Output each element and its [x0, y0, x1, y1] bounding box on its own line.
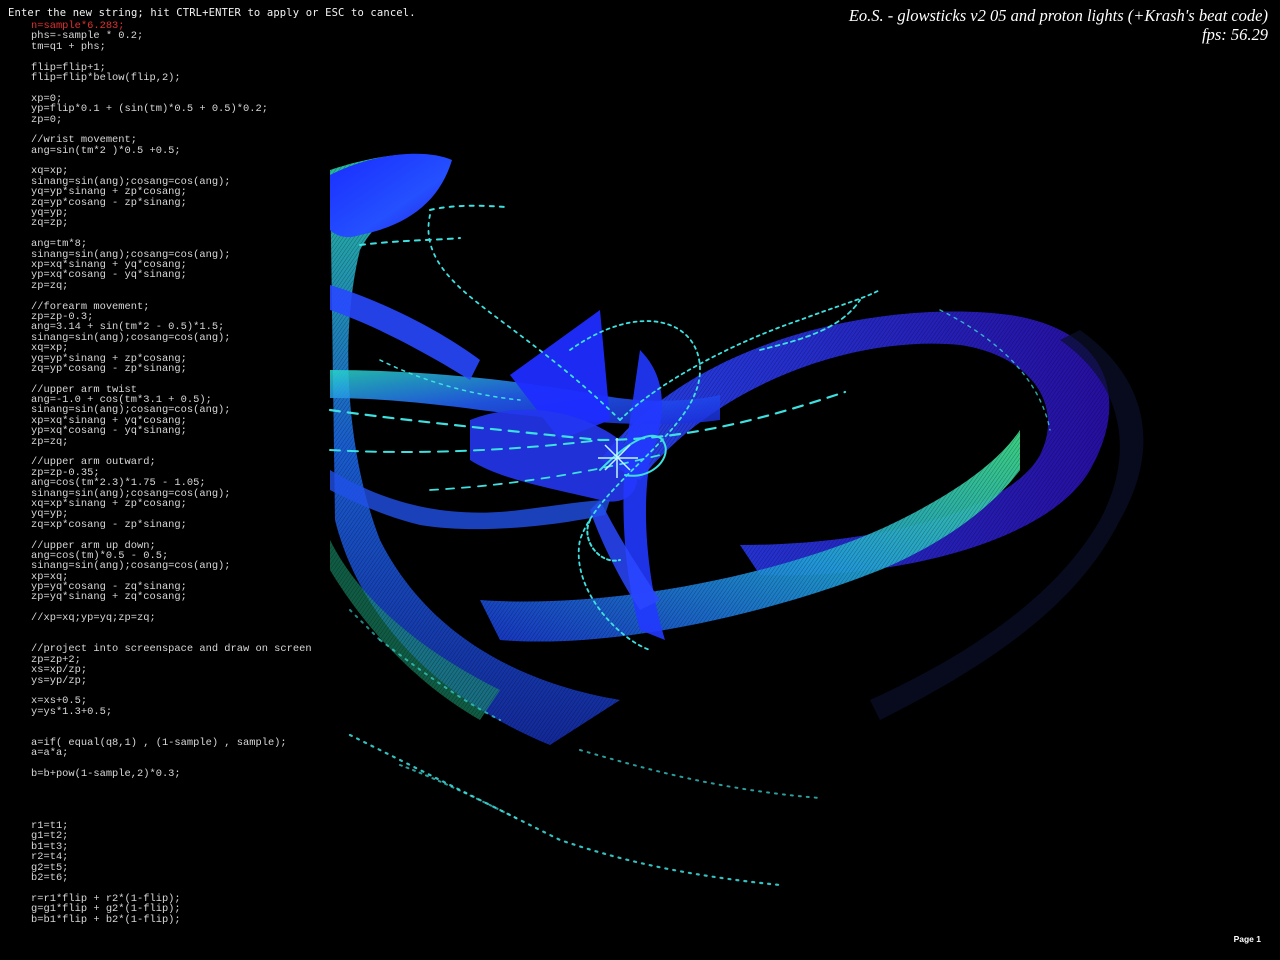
code-line[interactable]: b=b1*flip + b2*(1-flip); [31, 914, 312, 925]
code-line[interactable]: zp=yq*sinang + zq*cosang; [31, 592, 312, 603]
preset-title-overlay: Eo.S. - glowsticks v2 05 and proton ligh… [849, 6, 1268, 44]
code-line[interactable]: sinang=sin(ang);cosang=cos(ang); [31, 332, 312, 343]
code-line[interactable] [31, 717, 312, 727]
code-line[interactable]: g1=t2; [31, 831, 312, 842]
preset-title: Eo.S. - glowsticks v2 05 and proton ligh… [848, 6, 1268, 25]
code-editor-panel[interactable]: Enter the new string; hit CTRL+ENTER to … [0, 0, 416, 925]
code-line[interactable]: tm=q1 + phs; [31, 41, 312, 52]
code-line[interactable]: zp=zq; [31, 436, 312, 447]
code-line[interactable]: zq=xp*cosang - zp*sinang; [31, 519, 312, 530]
code-line[interactable] [31, 780, 312, 790]
code-line[interactable]: r1=t1; [31, 821, 312, 832]
code-line[interactable]: yq=yp; [31, 208, 312, 219]
ribbon-band-diagonal [330, 285, 480, 380]
code-line[interactable]: //xp=xq;yp=yq;zp=zq; [31, 613, 312, 624]
code-line[interactable]: zq=zp; [31, 218, 312, 229]
code-line[interactable]: yp=flip*0.1 + (sin(tm)*0.5 + 0.5)*0.2; [31, 104, 312, 115]
code-line[interactable]: g2=t5; [31, 862, 312, 873]
editor-prompt: Enter the new string; hit CTRL+ENTER to … [8, 7, 416, 19]
code-line[interactable]: flip=flip*below(flip,2); [31, 73, 312, 84]
code-line[interactable]: b=b+pow(1-sample,2)*0.3; [31, 769, 312, 780]
code-line[interactable]: a=a*a; [31, 748, 312, 759]
code-line[interactable]: sinang=sin(ang);cosang=cos(ang); [31, 561, 312, 572]
page-number-label: Page 1 [1233, 934, 1261, 944]
code-line[interactable]: xq=xp; [31, 343, 312, 354]
code-line[interactable]: b1=t3; [31, 841, 312, 852]
code-line[interactable]: xq=xp*sinang + zp*cosang; [31, 499, 312, 510]
code-line[interactable]: zp=zq; [31, 280, 312, 291]
code-line[interactable] [31, 624, 312, 634]
code-line[interactable]: y=ys*1.3+0.5; [31, 706, 312, 717]
code-line[interactable]: ang=sin(tm*2 )*0.5 +0.5; [31, 145, 312, 156]
code-line[interactable] [31, 52, 312, 62]
code-line[interactable] [31, 790, 312, 800]
code-line[interactable]: yp=xq*cosang - yq*sinang; [31, 270, 312, 281]
code-text-area[interactable]: n=sample*6.283; phs=-sample * 0.2; tm=q1 +… [31, 21, 312, 925]
code-line[interactable]: zq=yp*cosang - zp*sinang; [31, 363, 312, 374]
code-line[interactable]: yp=xq*cosang - yq*sinang; [31, 426, 312, 437]
code-line[interactable] [31, 291, 312, 301]
code-line[interactable]: zq=yp*cosang - zp*sinang; [31, 197, 312, 208]
code-line[interactable]: ys=yp/zp; [31, 675, 312, 686]
code-line[interactable]: r2=t4; [31, 852, 312, 863]
milkdrop-window: Enter the new string; hit CTRL+ENTER to … [0, 0, 1280, 960]
code-line[interactable] [31, 83, 312, 93]
code-line[interactable]: b2=t6; [31, 873, 312, 884]
code-line[interactable] [31, 156, 312, 166]
fps-counter: fps: 56.29 [1202, 25, 1268, 44]
code-line[interactable]: a=if( equal(q8,1) , (1-sample) , sample)… [31, 738, 312, 749]
code-line[interactable]: zp=0; [31, 114, 312, 125]
code-line[interactable] [31, 811, 312, 821]
code-line[interactable] [31, 530, 312, 540]
code-line[interactable] [31, 800, 312, 810]
